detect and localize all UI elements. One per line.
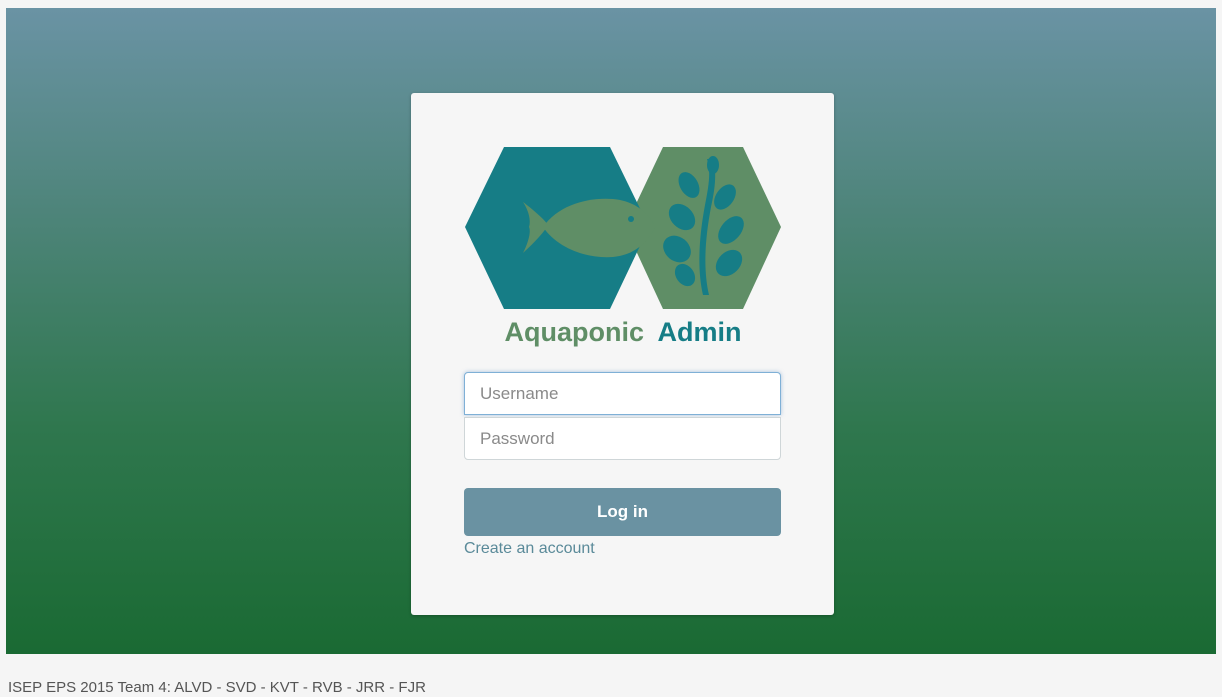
footer-text: ISEP EPS 2015 Team 4: ALVD - SVD - KVT -…: [8, 679, 426, 696]
logo-text-part2: Admin: [658, 317, 742, 347]
login-card: Aquaponic Admin Log in Create an account: [411, 93, 834, 615]
login-button[interactable]: Log in: [464, 488, 781, 536]
logo-text: Aquaponic Admin: [505, 317, 742, 347]
logo-text-part1: Aquaponic: [505, 317, 645, 347]
hero-background: Aquaponic Admin Log in Create an account: [6, 8, 1216, 654]
app-logo: Aquaponic Admin: [463, 145, 783, 355]
create-account-link[interactable]: Create an account: [464, 540, 595, 558]
page: Aquaponic Admin Log in Create an account…: [0, 0, 1222, 697]
username-input[interactable]: [464, 372, 781, 415]
logo-graphic: Aquaponic Admin: [465, 147, 781, 347]
password-input[interactable]: [464, 417, 781, 460]
fish-eye: [628, 216, 634, 222]
